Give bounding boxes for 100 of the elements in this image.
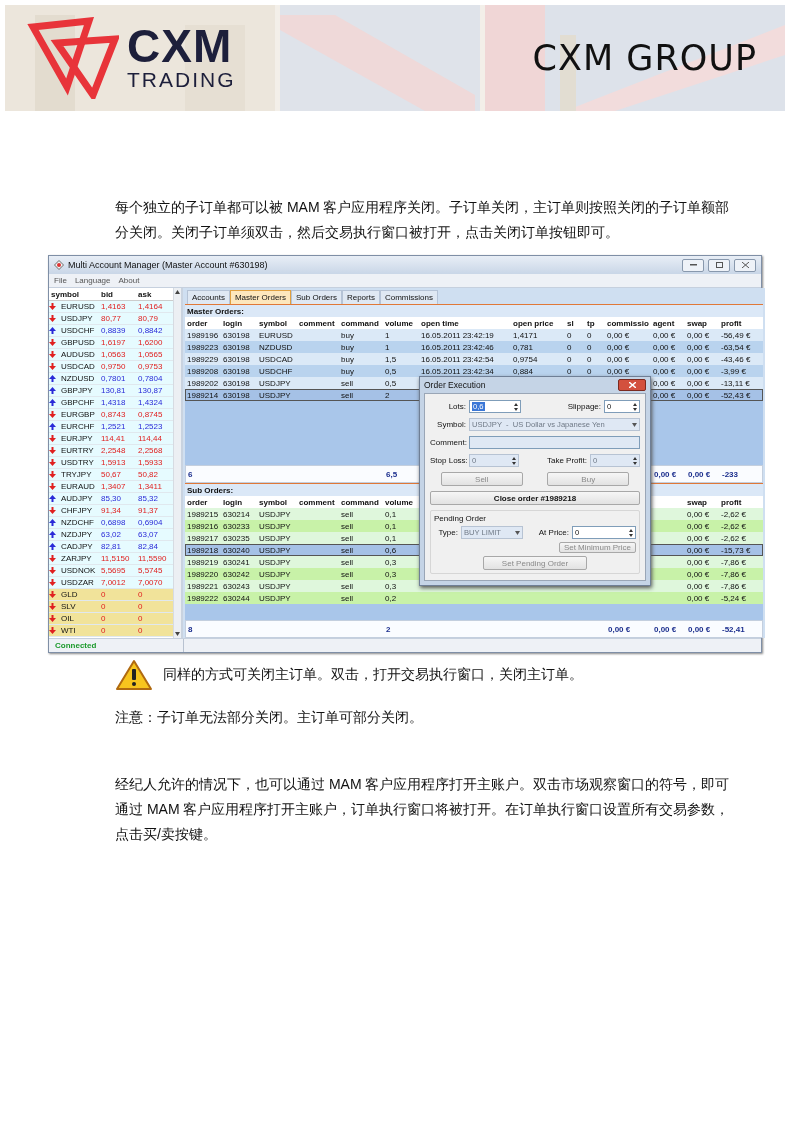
ask-price: 0: [137, 626, 144, 635]
bid-price: 0: [100, 602, 107, 611]
bid-price: 0: [100, 614, 107, 623]
symbol-name: AUDUSD: [60, 350, 96, 359]
table-cell-text: -2,62 €: [720, 509, 747, 519]
field-label: Lots:: [447, 402, 466, 411]
symbol-name: GLD: [60, 590, 79, 599]
dialog-title: Order Execution: [424, 380, 486, 390]
ask-price: 1,6200: [137, 338, 164, 347]
bid-price: 63,02: [100, 530, 123, 539]
table-cell-text: 1989222: [186, 593, 220, 603]
table-cell-text: 0,3: [384, 581, 398, 591]
symbol-name: EURTRY: [60, 446, 95, 455]
symbol-name: GBPJPY: [60, 386, 94, 395]
total-value: 0,00 €: [653, 469, 678, 479]
ask-price: 0,7804: [137, 374, 164, 383]
bid-price: 7,0012: [100, 578, 127, 587]
bid-price: 11,5150: [100, 554, 131, 563]
table-cell-text: USDJPY: [258, 569, 292, 579]
ask-price: 1,3411: [137, 482, 163, 491]
field-label: Stop Loss:: [430, 456, 466, 465]
table-cell-text: sell: [340, 545, 354, 555]
table-cell-text: 0,5: [384, 378, 398, 388]
table-cell-text: 0,00 €: [652, 390, 677, 400]
table-cell-text: -7,86 €: [720, 581, 747, 591]
table-cell-text: sell: [340, 378, 354, 388]
bid-price: 50,67: [100, 470, 123, 479]
table-cell-text: 0: [586, 330, 593, 340]
table-cell-text: 0,00 €: [686, 545, 711, 555]
table-cell-text: NZDUSD: [258, 342, 294, 352]
symbol-name: USDJPY: [60, 314, 94, 323]
table-cell-text: 0,00 €: [652, 378, 677, 388]
field-label: Type:: [437, 528, 458, 537]
table-cell-text: -13,11 €: [720, 378, 751, 388]
table-cell-text: 1989202: [186, 378, 220, 388]
table-cell-text: 0,00 €: [686, 593, 711, 603]
total-value: 2: [385, 624, 392, 634]
table-cell-text: -7,86 €: [720, 557, 747, 567]
total-value: 6: [187, 469, 194, 479]
ask-price: 2,2568: [137, 446, 164, 455]
ask-price: 1,5933: [137, 458, 164, 467]
field-label: Take Profit:: [546, 456, 587, 465]
field-label: Comment:: [430, 438, 466, 447]
bid-price: 0,7801: [100, 374, 127, 383]
table-cell-text: 0,00 €: [686, 509, 711, 519]
symbol-name: TRYJPY: [60, 470, 93, 479]
table-cell-text: 0,00 €: [686, 557, 711, 567]
bid-price: 130,81: [100, 386, 127, 395]
table-cell-text: USDCAD: [258, 354, 294, 364]
symbol-name: EURJPY: [60, 434, 94, 443]
connection-status: Connected: [49, 639, 184, 652]
table-cell-text: USDJPY: [258, 509, 292, 519]
table-cell-text: 0,884: [512, 366, 535, 376]
warning-text: 同样的方式可关闭主订单。双击，打开交易执行窗口，关闭主订单。: [163, 666, 583, 684]
table-cell-text: 630242: [222, 569, 251, 579]
table-cell-text: 0: [586, 354, 593, 364]
symbol-name: SLV: [60, 602, 77, 611]
table-cell-text: -56,49 €: [720, 330, 752, 340]
table-cell-text: sell: [340, 521, 354, 531]
table-cell-text: 0,00 €: [686, 354, 711, 364]
table-cell-text: 1: [384, 330, 391, 340]
bid-price: 0,8743: [100, 410, 127, 419]
table-cell-text: -2,62 €: [720, 521, 747, 531]
bid-price: 0: [100, 626, 107, 635]
field-label: Slippage:: [566, 402, 601, 411]
symbol-name: AUDJPY: [60, 494, 94, 503]
table-cell-text: -63,54 €: [720, 342, 752, 352]
table-cell-text: 16.05.2011 23:42:19: [420, 330, 495, 340]
table-cell-text: 0,00 €: [652, 366, 677, 376]
table-cell-text: USDJPY: [258, 533, 292, 543]
table-cell-text: 0,1: [384, 533, 398, 543]
table-cell-text: 16.05.2011 23:42:46: [420, 342, 495, 352]
table-cell-text: 1989219: [186, 557, 220, 567]
table-cell-text: -43,46 €: [720, 354, 752, 364]
table-cell-text: 0: [586, 366, 593, 376]
table-cell-text: 0,00 €: [606, 330, 631, 340]
ask-price: 1,4324: [137, 398, 164, 407]
table-cell-text: -5,24 €: [720, 593, 747, 603]
ask-price: 0,6904: [137, 518, 164, 527]
bid-price: 80,77: [100, 314, 123, 323]
bid-price: 82,81: [100, 542, 123, 551]
table-cell-text: sell: [340, 569, 354, 579]
table-cell-text: USDJPY: [258, 593, 292, 603]
table-cell-text: 16.05.2011 23:42:34: [420, 366, 495, 376]
table-cell-text: 0,5: [384, 366, 398, 376]
table-cell-text: 630198: [222, 330, 251, 340]
bid-price: 1,6197: [100, 338, 127, 347]
table-cell-text: buy: [340, 342, 355, 352]
table-cell-text: 630198: [222, 366, 251, 376]
table-cell-text: buy: [340, 366, 355, 376]
table-cell-text: 0: [566, 366, 573, 376]
table-cell-text: 0,1: [384, 509, 398, 519]
table-cell-text: 0,00 €: [686, 533, 711, 543]
ask-price: 114,44: [137, 434, 163, 443]
ask-price: 0,9753: [137, 362, 164, 371]
table-cell-text: USDJPY: [258, 378, 292, 388]
ask-price: 91,37: [137, 506, 160, 515]
ask-price: 1,0565: [137, 350, 164, 359]
table-cell-text: 1,4171: [512, 330, 539, 340]
bid-price: 1,5913: [100, 458, 127, 467]
